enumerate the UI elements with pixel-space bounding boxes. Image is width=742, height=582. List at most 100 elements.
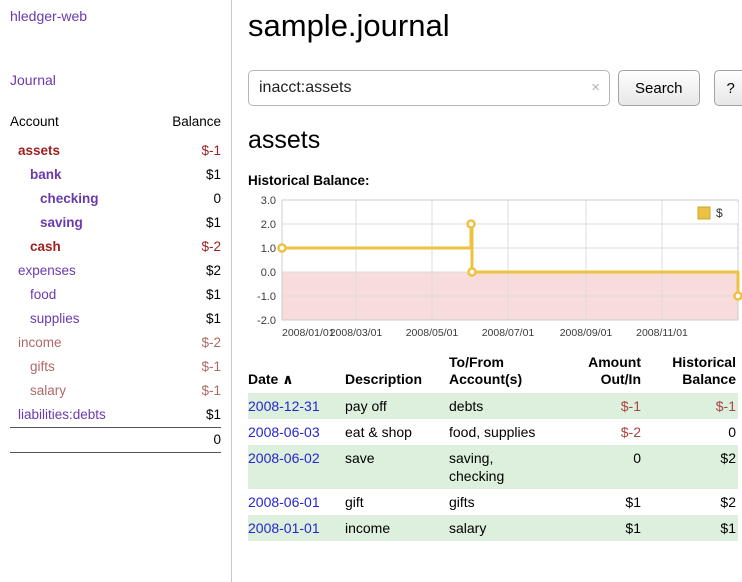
- chart-point: [469, 269, 476, 276]
- account-link[interactable]: saving: [40, 215, 83, 230]
- account-link[interactable]: checking: [40, 191, 99, 206]
- register-row: 2008-06-03 eat & shop food, supplies $-2…: [248, 419, 738, 445]
- account-link[interactable]: salary: [30, 383, 66, 398]
- accounts-column-header-account: Account: [10, 114, 150, 139]
- register-header-row: Date ∧ Description To/From Account(s) Am…: [248, 354, 738, 393]
- account-link[interactable]: expenses: [18, 263, 76, 278]
- chart-point: [279, 245, 286, 252]
- x-axis-tick-label: 2008/07/01: [482, 327, 535, 339]
- search-button[interactable]: Search: [618, 70, 700, 106]
- account-row: bank $1: [10, 163, 221, 187]
- register-amount: $-1: [561, 393, 643, 419]
- register-balance: $1: [643, 515, 738, 541]
- register-row: 2008-01-01 income salary $1 $1: [248, 515, 738, 541]
- register-header-date[interactable]: Date ∧: [248, 354, 345, 393]
- register-row: 2008-12-31 pay off debts $-1 $-1: [248, 393, 738, 419]
- account-link[interactable]: cash: [30, 239, 61, 254]
- register-date-link[interactable]: 2008-01-01: [248, 520, 320, 536]
- register-description: gift: [345, 489, 449, 515]
- register-header-description: Description: [345, 354, 449, 393]
- register-accounts: salary: [449, 515, 561, 541]
- legend-label: $: [716, 206, 723, 220]
- search-input[interactable]: [248, 70, 610, 106]
- account-row: assets $-1: [10, 139, 221, 163]
- chart-legend: $: [691, 203, 738, 223]
- register-balance: $2: [643, 489, 738, 515]
- register-accounts: gifts: [449, 489, 561, 515]
- account-balance: $1: [150, 163, 221, 187]
- account-link[interactable]: supplies: [30, 311, 80, 326]
- legend-swatch: [698, 207, 710, 219]
- account-row: food $1: [10, 283, 221, 307]
- y-axis-tick-label: -2.0: [257, 315, 276, 327]
- register-description: pay off: [345, 393, 449, 419]
- register-table: Date ∧ Description To/From Account(s) Am…: [248, 354, 738, 541]
- register-row: 2008-06-02 save saving, checking 0 $2: [248, 445, 738, 489]
- register-date-link[interactable]: 2008-06-03: [248, 424, 320, 440]
- account-link[interactable]: bank: [30, 167, 62, 182]
- register-header-accounts: To/From Account(s): [449, 354, 561, 393]
- account-balance: $1: [150, 283, 221, 307]
- account-balance: $-2: [150, 235, 221, 259]
- register-date-link[interactable]: 2008-12-31: [248, 398, 320, 414]
- register-date-link[interactable]: 2008-06-02: [248, 450, 320, 466]
- y-axis-tick-label: -1.0: [257, 291, 276, 303]
- account-row: supplies $1: [10, 307, 221, 331]
- account-row: expenses $2: [10, 259, 221, 283]
- page-title: sample.journal: [248, 8, 742, 44]
- account-row: checking 0: [10, 187, 221, 211]
- x-axis-tick-label: 2008/03/01: [330, 327, 383, 339]
- app-title-link[interactable]: hledger-web: [10, 8, 87, 24]
- y-axis-tick-label: 0.0: [261, 267, 276, 279]
- sort-ascending-icon: ∧: [282, 371, 293, 387]
- register-description: eat & shop: [345, 419, 449, 445]
- account-balance: $-1: [150, 379, 221, 403]
- account-balance: $1: [150, 403, 221, 428]
- y-axis-tick-label: 2.0: [261, 219, 276, 231]
- help-button[interactable]: ?: [714, 70, 742, 106]
- account-row: income $-2: [10, 331, 221, 355]
- main-content: sample.journal × Search ? assets Histori…: [248, 0, 742, 541]
- sidebar: hledger-web Journal Account Balance asse…: [0, 0, 232, 582]
- nav-journal: Journal: [10, 72, 221, 90]
- account-row: saving $1: [10, 211, 221, 235]
- account-balance: $2: [150, 259, 221, 283]
- account-link[interactable]: income: [18, 335, 62, 350]
- account-link[interactable]: food: [30, 287, 56, 302]
- app-title: hledger-web: [10, 8, 221, 26]
- x-axis-labels: 2008/01/01 2008/03/01 2008/05/01 2008/07…: [282, 327, 688, 339]
- account-link[interactable]: assets: [18, 143, 60, 158]
- clear-search-icon[interactable]: ×: [591, 79, 600, 96]
- chart-point: [735, 293, 742, 300]
- register-row: 2008-06-01 gift gifts $1 $2: [248, 489, 738, 515]
- accounts-column-header-balance: Balance: [150, 114, 221, 139]
- account-balance: $-1: [150, 355, 221, 379]
- accounts-table: Account Balance assets $-1 bank $1 check…: [10, 114, 221, 453]
- register-balance: 0: [643, 419, 738, 445]
- accounts-header-row: Account Balance: [10, 114, 221, 139]
- search-form: × Search ?: [248, 70, 742, 106]
- register-balance: $2: [643, 445, 738, 489]
- register-description: income: [345, 515, 449, 541]
- register-date-link[interactable]: 2008-06-01: [248, 494, 320, 510]
- register-amount: $1: [561, 489, 643, 515]
- account-balance: 0: [150, 187, 221, 211]
- y-axis-tick-label: 1.0: [261, 243, 276, 255]
- account-link[interactable]: gifts: [30, 359, 55, 374]
- balance-chart: $ 3.0 2.0 1.0 0.0 -1.0 -2.0 2008/01/01 2…: [248, 194, 742, 342]
- account-balance: $-2: [150, 331, 221, 355]
- account-row: cash $-2: [10, 235, 221, 259]
- chart-title: Historical Balance:: [248, 173, 742, 188]
- account-row: salary $-1: [10, 379, 221, 403]
- register-amount: $1: [561, 515, 643, 541]
- register-balance: $-1: [643, 393, 738, 419]
- register-amount: 0: [561, 445, 643, 489]
- account-row: liabilities:debts $1: [10, 403, 221, 428]
- accounts-total-row: 0: [10, 428, 221, 453]
- register-header-balance: Historical Balance: [643, 354, 738, 393]
- nav-journal-link[interactable]: Journal: [10, 72, 56, 88]
- y-axis-labels: 3.0 2.0 1.0 0.0 -1.0 -2.0: [257, 195, 276, 327]
- account-link[interactable]: liabilities:debts: [18, 407, 106, 422]
- account-row: gifts $-1: [10, 355, 221, 379]
- account-balance: $-1: [150, 139, 221, 163]
